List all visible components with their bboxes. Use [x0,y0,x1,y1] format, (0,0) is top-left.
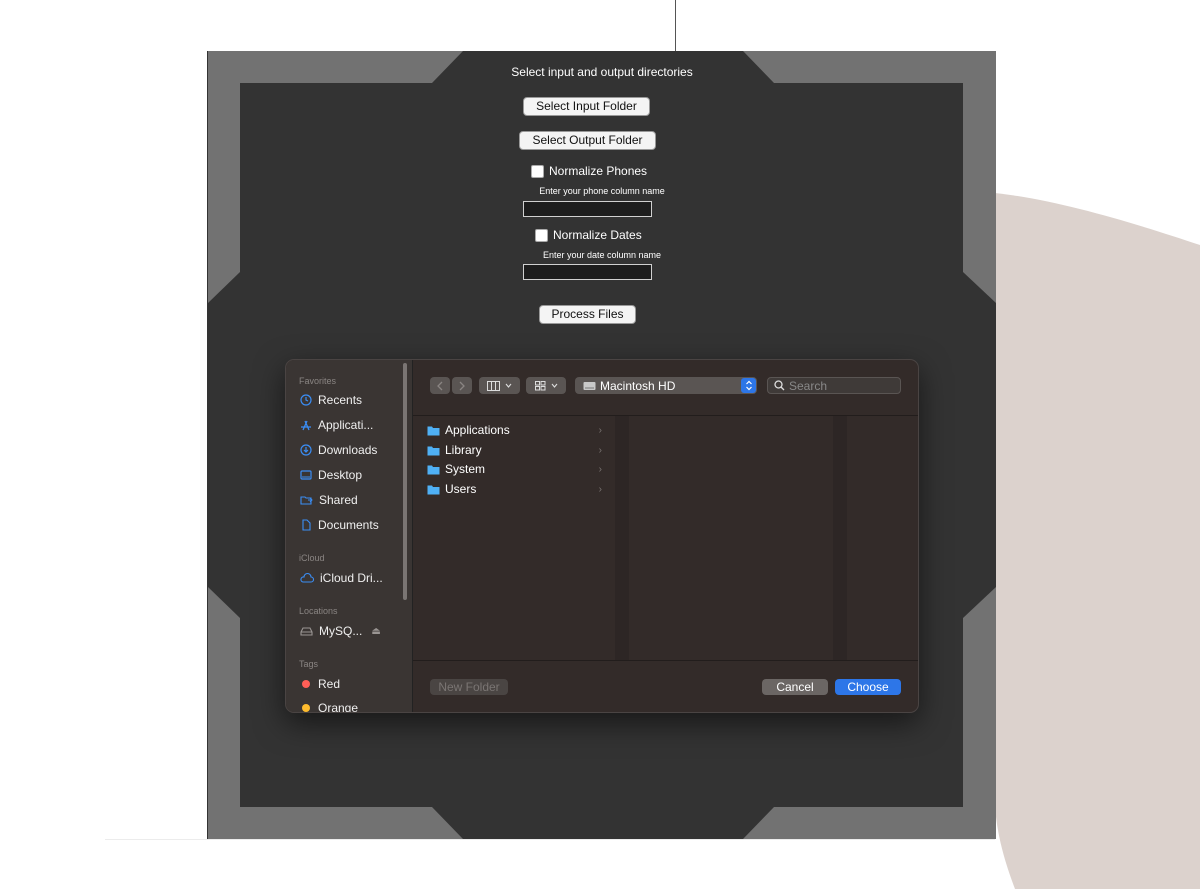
normalize-phones-row: Normalize Phones [531,164,647,178]
normalize-phones-label: Normalize Phones [549,164,648,178]
chevron-left-icon [437,381,443,390]
window-title: Select input and output directories [511,65,693,79]
app-store-icon [301,420,311,431]
folder-icon [427,465,440,474]
location-label: Macintosh HD [600,378,676,393]
normalize-dates-checkbox[interactable] [535,228,548,242]
chevron-right-icon [459,381,465,390]
cancel-button[interactable]: Cancel [762,679,828,695]
shared-folder-icon [300,496,313,505]
normalize-phones-checkbox[interactable] [531,164,544,178]
dialog-toolbar: Macintosh HD Search [413,360,918,416]
updown-chevron-icon [741,378,756,393]
sidebar-item-label: Documents [318,518,379,532]
red-tag-dot-icon [302,680,310,688]
normalize-dates-row: Normalize Dates [535,228,642,242]
divider-line [675,0,676,52]
sidebar-item-icloud-drive[interactable]: iCloud Dri... [300,571,383,585]
folder-icon [427,426,440,435]
sidebar-item-desktop[interactable]: Desktop [300,468,362,482]
sidebar-item-applications[interactable]: Applicati... [300,418,373,432]
sidebar-item-mysql-volume[interactable]: MySQ... ⏏ [300,624,381,638]
forward-button[interactable] [452,377,472,394]
sidebar-item-shared[interactable]: Shared [300,493,358,507]
sidebar-tag-orange[interactable]: Orange [300,701,359,713]
chevron-down-icon [551,383,557,388]
folder-icon [427,446,440,455]
chevron-down-icon [505,383,512,388]
sidebar-item-label: Orange [318,701,359,713]
select-input-folder-button[interactable]: Select Input Folder [523,97,650,116]
file-row[interactable]: Users › [427,482,602,496]
sidebar-item-label: Desktop [318,468,363,482]
file-row[interactable]: Library › [427,443,602,457]
chevron-right-icon: › [598,444,602,456]
orange-tag-dot-icon [302,704,310,712]
search-icon [774,380,785,391]
select-output-folder-button[interactable]: Select Output Folder [519,131,656,150]
favorites-heading: Favorites [299,376,337,386]
tags-heading: Tags [299,659,319,669]
sidebar-tag-red[interactable]: Red [300,677,340,691]
file-row[interactable]: Applications › [427,423,602,437]
dialog-footer: New Folder Cancel Choose [413,660,918,712]
grid-icon [534,380,545,390]
eject-icon[interactable]: ⏏ [371,626,380,637]
columns-view-icon [487,380,500,391]
search-placeholder: Search [789,378,828,393]
app-window: Select input and output directories Sele… [207,51,996,839]
phone-column-hint: Enter your phone column name [539,186,665,196]
new-folder-button[interactable]: New Folder [430,679,508,695]
view-mode-button[interactable] [479,377,520,394]
sidebar-item-label: iCloud Dri... [320,571,383,585]
back-button[interactable] [430,377,450,394]
file-name: Library [445,443,482,457]
document-icon [302,519,311,531]
sidebar-item-label: Red [318,677,341,691]
sidebar-item-recents[interactable]: Recents [300,393,362,407]
file-row[interactable]: System › [427,462,602,476]
column-divider[interactable] [833,416,847,660]
date-column-input[interactable] [523,264,652,280]
chevron-right-icon: › [598,463,602,475]
process-files-button[interactable]: Process Files [539,305,636,324]
search-field[interactable]: Search [767,377,901,394]
sidebar-scrollbar[interactable] [403,363,407,600]
folder-chooser-dialog: Favorites Recents Applicati... Downloads… [285,359,919,713]
desktop-icon [300,470,312,480]
sidebar-item-label: Applicati... [318,418,374,432]
folder-icon [427,485,440,494]
choose-button[interactable]: Choose [835,679,901,695]
file-name: Applications [445,423,510,437]
location-popup[interactable]: Macintosh HD [575,377,757,394]
date-column-hint: Enter your date column name [542,250,662,260]
phone-column-input[interactable] [523,201,652,217]
download-icon [300,444,312,456]
sidebar-item-downloads[interactable]: Downloads [300,443,377,457]
group-by-button[interactable] [526,377,566,394]
icloud-heading: iCloud [299,553,325,563]
chevron-right-icon: › [598,424,602,436]
sidebar-item-label: Recents [318,393,363,407]
dialog-sidebar: Favorites Recents Applicati... Downloads… [286,360,413,712]
file-name: Users [445,482,477,496]
file-column: Applications › Library › System › Users … [413,416,615,660]
file-name: System [445,462,486,476]
drive-icon [300,627,313,636]
column-divider[interactable] [615,416,629,660]
sidebar-item-label: MySQ... [319,624,363,638]
cloud-icon [300,572,314,583]
clock-icon [300,394,312,406]
sidebar-item-label: Downloads [318,443,378,457]
locations-heading: Locations [299,606,338,616]
sidebar-item-label: Shared [319,493,358,507]
chevron-right-icon: › [598,483,602,495]
sidebar-item-documents[interactable]: Documents [300,518,379,532]
normalize-dates-label: Normalize Dates [553,228,642,242]
hard-drive-icon [583,382,596,390]
